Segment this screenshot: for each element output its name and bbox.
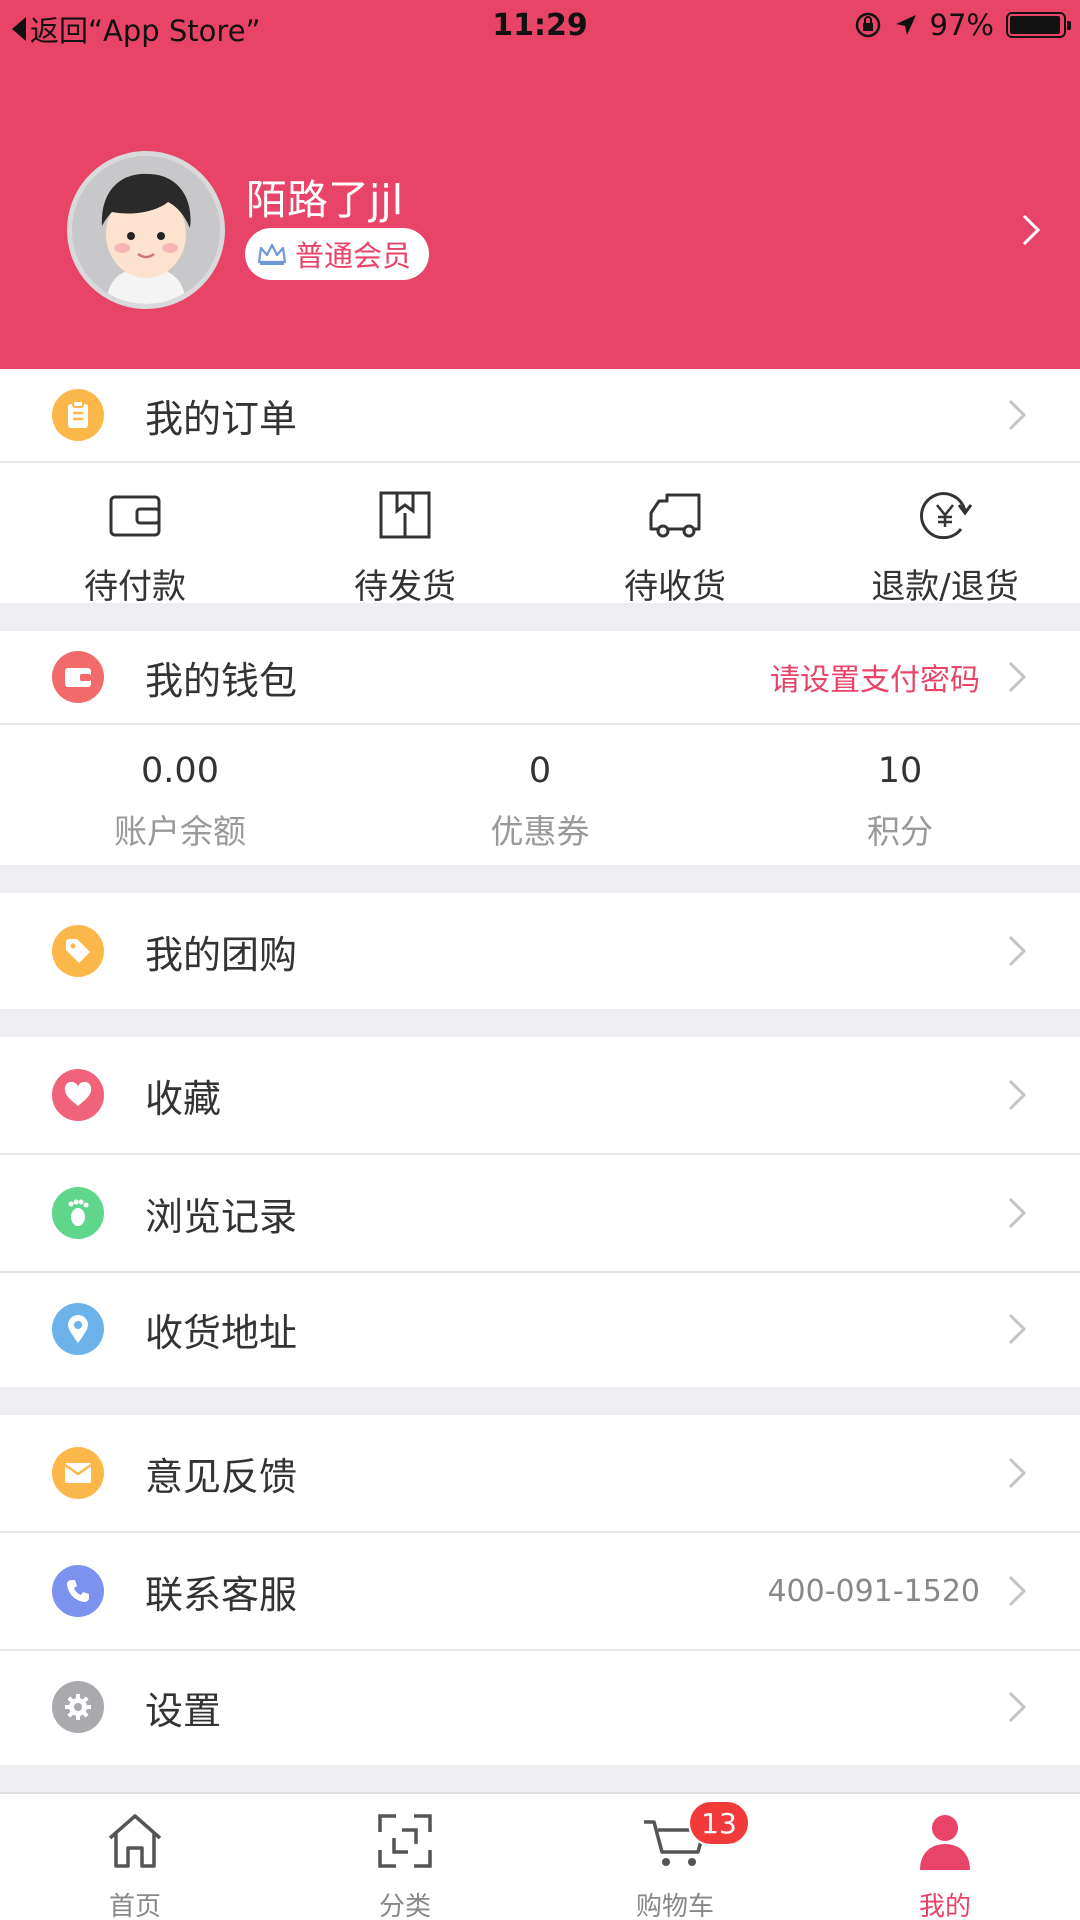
profile-icon	[920, 1815, 970, 1870]
history-row[interactable]: 浏览记录	[0, 1155, 1080, 1271]
my-orders-label: 我的订单	[145, 396, 298, 441]
address-label: 收货地址	[145, 1310, 298, 1355]
order-status-label: 待付款	[84, 567, 186, 607]
chevron-right-icon	[1008, 935, 1027, 967]
home-icon	[108, 1814, 162, 1868]
chevron-right-icon	[1008, 1079, 1027, 1111]
wallet-stats: 0.00 账户余额 0 优惠券 10 积分	[0, 725, 1080, 865]
stat-label: 账户余额	[114, 812, 246, 851]
avatar-illustration	[72, 156, 220, 304]
tab-label: 购物车	[635, 1892, 714, 1920]
stat-value: 0.00	[141, 751, 219, 791]
stat-points[interactable]: 10 积分	[720, 725, 1080, 865]
crown-icon	[257, 243, 287, 265]
tab-label: 首页	[108, 1892, 161, 1920]
group-buy-section: 我的团购	[0, 893, 1080, 1009]
stat-value: 0	[528, 751, 552, 791]
stat-label: 积分	[867, 812, 933, 851]
location-icon	[895, 15, 916, 35]
status-indicators: 97%	[854, 8, 1071, 42]
my-wallet-label: 我的钱包	[145, 658, 298, 703]
order-pending-payment[interactable]: 待付款	[0, 463, 270, 607]
tag-icon	[52, 925, 104, 977]
footprint-icon	[52, 1187, 104, 1239]
order-pending-receipt[interactable]: 待收货	[540, 463, 810, 607]
order-pending-shipment[interactable]: 待发货	[270, 463, 540, 607]
feedback-label: 意见反馈	[145, 1454, 298, 1499]
truck-icon	[649, 493, 701, 538]
clipboard-icon	[52, 389, 104, 441]
chevron-right-icon	[1008, 1313, 1027, 1345]
history-label: 浏览记录	[145, 1194, 298, 1239]
order-status-label: 退款/退货	[871, 567, 1019, 607]
box-icon	[379, 491, 431, 539]
set-pay-password-hint[interactable]: 请设置支付密码	[770, 655, 980, 699]
support-phone[interactable]: 400-091-1520	[767, 1574, 980, 1609]
wallet-icon	[109, 495, 161, 537]
tab-label: 分类	[378, 1892, 431, 1920]
location-pin-icon	[52, 1303, 104, 1355]
chevron-right-icon	[1008, 399, 1027, 431]
order-refund-return[interactable]: 退款/退货	[810, 463, 1080, 607]
my-orders-row[interactable]: 我的订单	[0, 369, 1080, 461]
chevron-right-icon	[1008, 1575, 1027, 1607]
feedback-row[interactable]: 意见反馈	[0, 1415, 1080, 1531]
chevron-right-icon[interactable]	[1020, 212, 1042, 248]
group-buy-label: 我的团购	[145, 932, 298, 977]
settings-label: 设置	[145, 1688, 222, 1733]
orders-section: 我的订单 待付款 待发货 待收货 退款/退货	[0, 369, 1080, 607]
envelope-icon	[52, 1447, 104, 1499]
bottom-tab-bar: 首页 分类 13 购物车 我的	[0, 1792, 1080, 1920]
settings-row[interactable]: 设置	[0, 1649, 1080, 1765]
my-wallet-row[interactable]: 我的钱包 请设置支付密码	[0, 631, 1080, 723]
battery-percent: 97%	[929, 8, 994, 42]
battery-icon	[1006, 12, 1071, 38]
wallet-icon	[52, 651, 104, 703]
username[interactable]: 陌路了jjl	[246, 166, 403, 226]
personal-section: 收藏 浏览记录 收货地址	[0, 1037, 1080, 1387]
group-buy-row[interactable]: 我的团购	[0, 893, 1080, 1009]
phone-icon	[52, 1565, 104, 1617]
chevron-right-icon	[1008, 661, 1027, 693]
category-icon	[378, 1814, 432, 1868]
order-status-label: 待收货	[624, 567, 726, 607]
stat-coupons[interactable]: 0 优惠券	[360, 725, 720, 865]
order-status-grid: 待付款 待发货 待收货 退款/退货	[0, 463, 1080, 607]
heart-icon	[52, 1069, 104, 1121]
tab-home[interactable]: 首页	[0, 1794, 270, 1920]
rotation-lock-icon	[855, 12, 880, 38]
favorites-row[interactable]: 收藏	[0, 1037, 1080, 1153]
stat-label: 优惠券	[490, 812, 590, 851]
status-bar: 返回“App Store” 11:29 97%	[0, 0, 1080, 52]
support-label: 联系客服	[145, 1572, 298, 1617]
tab-profile[interactable]: 我的	[810, 1794, 1080, 1920]
gear-icon	[52, 1681, 104, 1733]
member-level-label: 普通会员	[295, 239, 412, 273]
tab-category[interactable]: 分类	[270, 1794, 540, 1920]
profile-header: 返回“App Store” 11:29 97% 陌路了jjl 普通会员	[0, 0, 1080, 369]
service-section: 意见反馈 联系客服 400-091-1520 设置	[0, 1415, 1080, 1765]
refund-icon	[920, 492, 973, 540]
chevron-right-icon	[1008, 1457, 1027, 1489]
tab-cart[interactable]: 13 购物车	[540, 1794, 810, 1920]
avatar[interactable]	[67, 151, 225, 309]
tab-label: 我的	[918, 1892, 971, 1920]
stat-value: 10	[877, 751, 923, 791]
cart-count-badge: 13	[688, 1800, 750, 1846]
member-level-badge[interactable]: 普通会员	[245, 228, 430, 280]
stat-balance[interactable]: 0.00 账户余额	[0, 725, 360, 865]
support-row[interactable]: 联系客服 400-091-1520	[0, 1533, 1080, 1649]
battery-fill	[1010, 16, 1061, 34]
chevron-right-icon	[1008, 1691, 1027, 1723]
order-status-label: 待发货	[354, 567, 456, 607]
favorites-label: 收藏	[145, 1076, 222, 1121]
address-row[interactable]: 收货地址	[0, 1271, 1080, 1387]
chevron-right-icon	[1008, 1197, 1027, 1229]
wallet-section: 我的钱包 请设置支付密码 0.00 账户余额 0 优惠券 10 积分	[0, 631, 1080, 865]
